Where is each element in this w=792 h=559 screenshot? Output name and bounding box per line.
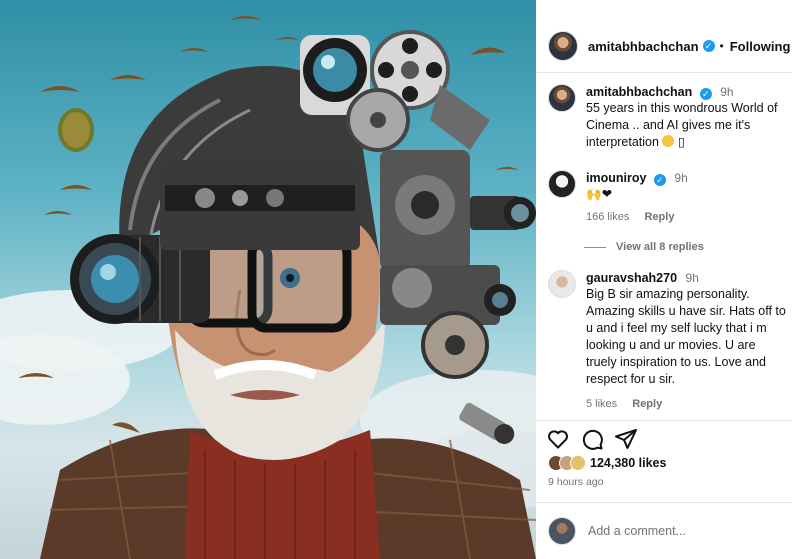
comment-item: imouniroy ✓ 9h 🙌❤ 166 likes Reply [548, 170, 786, 223]
heart-icon[interactable] [546, 427, 570, 451]
replies-line [584, 246, 606, 248]
comment-item: gauravshah270 9h Big B sir amazing perso… [548, 270, 786, 410]
comment-text: 🙌❤ [586, 187, 613, 201]
likes-count[interactable]: 124,380 likes [590, 456, 666, 470]
current-user-avatar [548, 517, 576, 545]
author-avatar[interactable] [548, 31, 578, 61]
caption-username[interactable]: amitabhbachchan [586, 85, 692, 99]
reply-button[interactable]: Reply [644, 211, 674, 223]
post-side-panel: amitabhbachchan ✓ • Following amitabhbac… [536, 0, 792, 559]
following-button[interactable]: Following [730, 39, 791, 54]
reply-button[interactable]: Reply [632, 398, 662, 410]
author-username[interactable]: amitabhbachchan [588, 39, 699, 54]
post-timestamp[interactable]: 9 hours ago [548, 476, 603, 488]
caption-time[interactable]: 9h [720, 85, 733, 99]
likes-summary[interactable]: 124,380 likes [548, 455, 666, 471]
comment-box-divider [536, 502, 792, 503]
view-replies-button[interactable]: View all 8 replies [584, 241, 704, 253]
comment-time[interactable]: 9h [674, 171, 687, 185]
comments-list[interactable]: amitabhbachchan ✓ 9h 55 years in this wo… [536, 74, 792, 420]
add-comment-bar [536, 509, 792, 553]
comment-likes[interactable]: 5 likes [586, 398, 617, 410]
commenter-avatar[interactable] [548, 270, 576, 298]
comment-likes[interactable]: 166 likes [586, 211, 629, 223]
astonished-emoji-icon [662, 135, 675, 147]
ai-portrait-illustration [0, 16, 536, 559]
header-divider [536, 72, 792, 73]
liker-avatar [570, 455, 586, 471]
verified-badge-icon: ✓ [702, 40, 715, 52]
caption: amitabhbachchan ✓ 9h 55 years in this wo… [548, 84, 786, 151]
comment-username[interactable]: imouniroy [586, 171, 646, 185]
share-icon[interactable] [614, 427, 638, 451]
caption-avatar[interactable] [548, 84, 576, 112]
post-actions [546, 426, 648, 452]
commenter-avatar[interactable] [548, 170, 576, 198]
view-replies-label[interactable]: View all 8 replies [616, 241, 704, 253]
verified-badge-icon: ✓ [653, 174, 666, 186]
header-separator: • [719, 39, 724, 53]
actions-divider [536, 420, 792, 421]
add-comment-input[interactable] [588, 524, 768, 538]
post-image[interactable] [0, 0, 536, 559]
missing-glyph-icon: ▯ [677, 135, 685, 149]
verified-badge-icon: ✓ [699, 88, 712, 100]
comment-time[interactable]: 9h [686, 271, 699, 285]
comment-username[interactable]: gauravshah270 [586, 271, 677, 285]
comment-text: Big B sir amazing personality. Amazing s… [586, 287, 786, 386]
post-header: amitabhbachchan ✓ • Following [536, 24, 792, 68]
comment-icon[interactable] [580, 427, 604, 451]
